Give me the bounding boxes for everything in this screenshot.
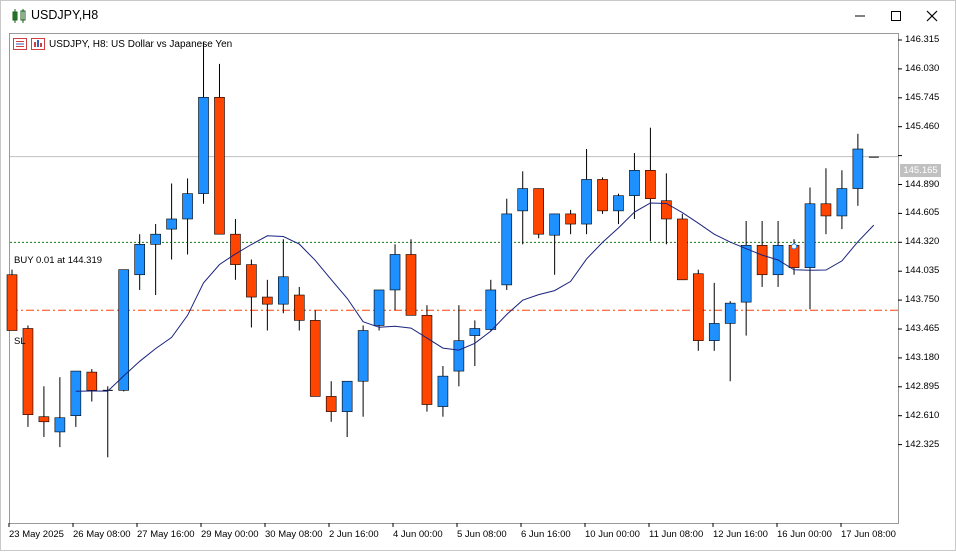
candle-body (214, 96, 225, 235)
candle-body (389, 254, 401, 291)
candle-body (166, 218, 177, 230)
candle-body (692, 273, 704, 341)
candle-body (230, 233, 241, 265)
candle-body (309, 320, 321, 397)
stop-loss-label[interactable]: SL (14, 336, 26, 347)
candle-body (341, 380, 353, 412)
candle-body (293, 294, 305, 321)
candle-body (469, 328, 481, 336)
time-tick-label: 12 Jun 16:00 (713, 529, 768, 540)
candle-body (581, 179, 592, 225)
trade-entry-marker (791, 243, 798, 250)
chart-bars-icon[interactable] (31, 38, 45, 50)
time-tick-label: 29 May 00:00 (201, 529, 259, 540)
candle-body (54, 417, 66, 433)
candle-body (198, 96, 209, 194)
chart-header: USDJPY, H8: US Dollar vs Japanese Yen (13, 37, 232, 51)
candle-body (533, 188, 544, 235)
candle-body (38, 416, 50, 423)
candle-body (597, 179, 608, 212)
candle-body (820, 203, 832, 217)
price-tick-label: 142.895 (905, 380, 940, 392)
terminal-window: USDJPY,H8 USDJPY, H8: US Dollar vs Japan… (0, 0, 956, 551)
candle-body (262, 296, 273, 305)
price-tick-label: 146.315 (905, 34, 940, 45)
candle-body (437, 375, 449, 407)
price-tick-label: 144.890 (905, 178, 940, 190)
time-tick-label: 4 Jun 00:00 (393, 529, 443, 540)
candle-body (565, 213, 576, 225)
time-tick-label: 17 Jun 08:00 (841, 529, 896, 540)
price-tick-label: 144.035 (905, 265, 940, 277)
candle-body (645, 170, 656, 199)
price-chart[interactable] (1, 1, 956, 552)
price-tick-label: 145.745 (905, 91, 940, 103)
candle-body (6, 274, 18, 331)
candle-body (373, 289, 385, 326)
time-tick-label: 2 Jun 16:00 (329, 529, 379, 540)
candle-body (421, 315, 433, 405)
candle-body (150, 233, 161, 245)
price-tick-label: 143.750 (905, 294, 940, 306)
buy-order-label[interactable]: BUY 0.01 at 144.319 (14, 255, 102, 266)
candle-body (485, 289, 497, 330)
list-icon[interactable] (13, 38, 27, 50)
price-tick-label: 143.180 (905, 351, 940, 363)
candle-body (246, 264, 257, 298)
time-tick-label: 6 Jun 16:00 (521, 529, 571, 540)
chart-symbol-description: USDJPY, H8: US Dollar vs Japanese Yen (49, 38, 233, 50)
candle-body (70, 370, 82, 417)
candle-body (134, 244, 145, 276)
candle-body (629, 170, 640, 196)
price-tick-label: 142.325 (905, 438, 940, 450)
candle-body (182, 193, 193, 220)
time-tick-label: 23 May 2025 (9, 529, 64, 540)
candle-body (453, 340, 465, 372)
price-tick-label: 144.605 (905, 207, 940, 219)
candle-body (677, 218, 688, 281)
time-tick-label: 5 Jun 08:00 (457, 529, 507, 540)
candle-body (325, 396, 337, 412)
time-tick-label: 26 May 08:00 (73, 529, 131, 540)
candle-body (86, 371, 98, 391)
candle-body (278, 276, 289, 305)
candle-body (501, 213, 513, 286)
time-tick-label: 30 May 08:00 (265, 529, 323, 540)
price-tick-label: 146.030 (905, 62, 940, 74)
candle-body (740, 245, 752, 303)
candle-body (836, 188, 848, 217)
candle-body (724, 302, 736, 324)
candle-body (852, 148, 864, 189)
candle-body (804, 203, 816, 268)
candle-body (549, 213, 560, 236)
candle-body (708, 323, 720, 341)
price-tick-label: 142.610 (905, 409, 940, 421)
time-tick-label: 10 Jun 00:00 (585, 529, 640, 540)
time-tick-label: 27 May 16:00 (137, 529, 195, 540)
candle-body (756, 245, 768, 276)
price-tick-label: 143.465 (905, 323, 940, 334)
current-price-tag: 145.165 (900, 164, 941, 177)
time-tick-label: 11 Jun 08:00 (649, 529, 704, 540)
price-tick-label: 144.320 (905, 236, 940, 248)
candle-body (357, 330, 369, 382)
time-tick-label: 16 Jun 00:00 (777, 529, 832, 540)
price-tick-label: 145.460 (905, 120, 940, 132)
candle-body (517, 188, 529, 212)
candle-body (613, 195, 624, 212)
candle-body (405, 254, 417, 316)
